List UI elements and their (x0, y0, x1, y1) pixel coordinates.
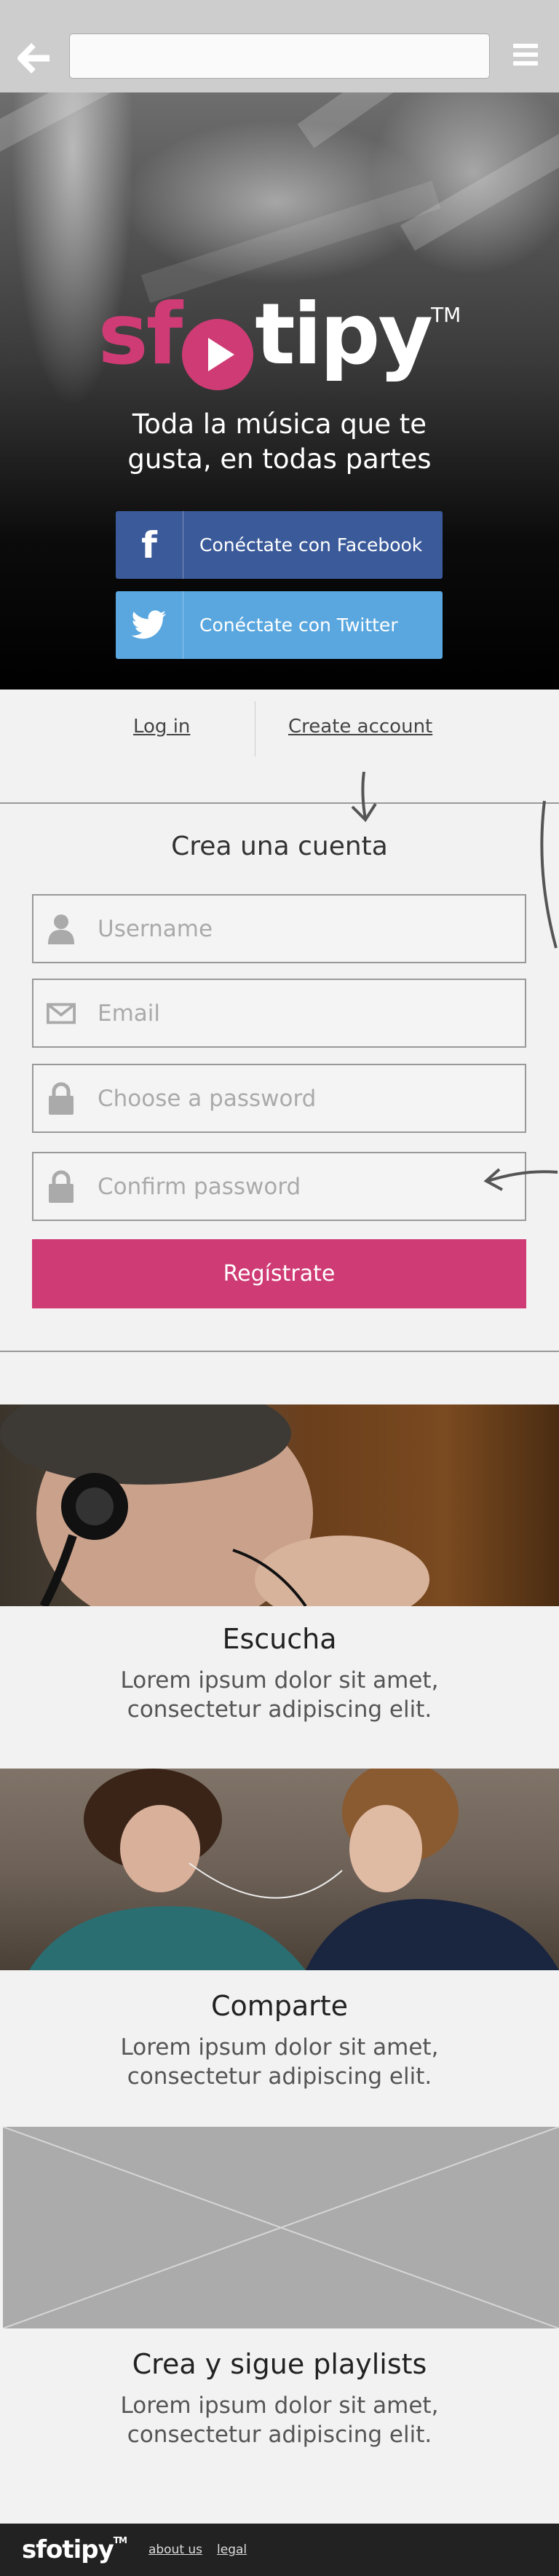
feature-text-line: consectetur adipiscing elit. (127, 2063, 432, 2090)
browser-bar (0, 0, 559, 92)
feature-title: Crea y sigue playlists (132, 2348, 427, 2380)
feature-text-line: consectetur adipiscing elit. (127, 2422, 432, 2448)
facebook-icon: f (116, 511, 183, 579)
username-placeholder: Username (98, 915, 213, 942)
hamburger-menu-icon[interactable] (513, 44, 538, 68)
stage-light-beam (297, 92, 559, 149)
confirm-password-placeholder: Confirm password (98, 1173, 301, 1200)
facebook-button-label: Conéctate con Facebook (199, 534, 423, 556)
footer-logo-text: sfotipy (22, 2535, 114, 2564)
feature-image-share (0, 1769, 559, 1970)
feature-text: Lorem ipsum dolor sit amet, consectetur … (0, 1666, 559, 1724)
sfotipy-logo: sf tipyTM (0, 293, 559, 396)
twitter-icon (116, 591, 183, 659)
auth-tabs: Log in Create account (0, 690, 559, 804)
register-button[interactable]: Regístrate (32, 1239, 526, 1308)
user-icon (47, 914, 76, 944)
facebook-connect-button[interactable]: f Conéctate con Facebook (116, 511, 443, 579)
annotation-arrow-icon (351, 802, 377, 823)
feature-image-placeholder (3, 2127, 559, 2328)
url-input[interactable] (69, 33, 490, 79)
stage-light-beam (140, 181, 441, 304)
lock-icon (47, 1082, 76, 1115)
section-divider (0, 1351, 559, 1352)
username-field[interactable]: Username (32, 894, 526, 963)
envelope-icon (47, 1003, 76, 1024)
feature-text-line: Lorem ipsum dolor sit amet, (120, 2034, 439, 2061)
password-field[interactable]: Choose a password (32, 1064, 526, 1133)
form-title: Crea una cuenta (171, 831, 388, 861)
trademark: TM (431, 303, 461, 327)
password-placeholder: Choose a password (98, 1085, 317, 1112)
sharing-friends-illustration (29, 1769, 559, 1970)
feature-image-listen (0, 1404, 559, 1606)
tagline-line: Toda la música que te (132, 408, 427, 440)
play-icon (182, 318, 254, 390)
feature-text: Lorem ipsum dolor sit amet, consectetur … (0, 2391, 559, 2449)
feature-text-line: consectetur adipiscing elit. (127, 1696, 432, 1723)
tagline-line: gusta, en todas partes (127, 443, 432, 475)
hero-banner: sf tipyTM Toda la música que te gusta, en… (0, 92, 559, 690)
annotation-arrow-icon (540, 800, 558, 949)
image-placeholder-icon (3, 2127, 559, 2328)
footer: sfotipyTM about us legal (0, 2524, 559, 2576)
feature-text-line: Lorem ipsum dolor sit amet, (120, 1667, 439, 1694)
tab-log-in[interactable]: Log in (133, 716, 190, 738)
logo-text-pink: sf (98, 285, 183, 384)
twitter-connect-button[interactable]: Conéctate con Twitter (116, 591, 443, 659)
logo-text-white: tipy (255, 285, 433, 384)
back-arrow-icon[interactable] (16, 42, 52, 74)
tagline: Toda la música que te gusta, en todas pa… (0, 407, 559, 477)
email-placeholder: Email (98, 1000, 161, 1027)
about-us-link[interactable]: about us (148, 2543, 202, 2557)
tab-create-account[interactable]: Create account (288, 716, 432, 738)
feature-title: Escucha (222, 1623, 337, 1655)
feature-title: Comparte (210, 1990, 349, 2022)
feature-text: Lorem ipsum dolor sit amet, consectetur … (0, 2033, 559, 2091)
stage-light-beam (0, 92, 312, 164)
lock-icon (47, 1170, 76, 1204)
confirm-password-field[interactable]: Confirm password (32, 1152, 526, 1221)
twitter-button-label: Conéctate con Twitter (199, 615, 398, 636)
footer-logo: sfotipyTM (22, 2535, 127, 2564)
feature-text-line: Lorem ipsum dolor sit amet, (120, 2393, 439, 2419)
legal-link[interactable]: legal (217, 2543, 247, 2557)
listening-man-illustration (0, 1404, 429, 1606)
email-field[interactable]: Email (32, 979, 526, 1048)
trademark: TM (113, 2535, 127, 2545)
